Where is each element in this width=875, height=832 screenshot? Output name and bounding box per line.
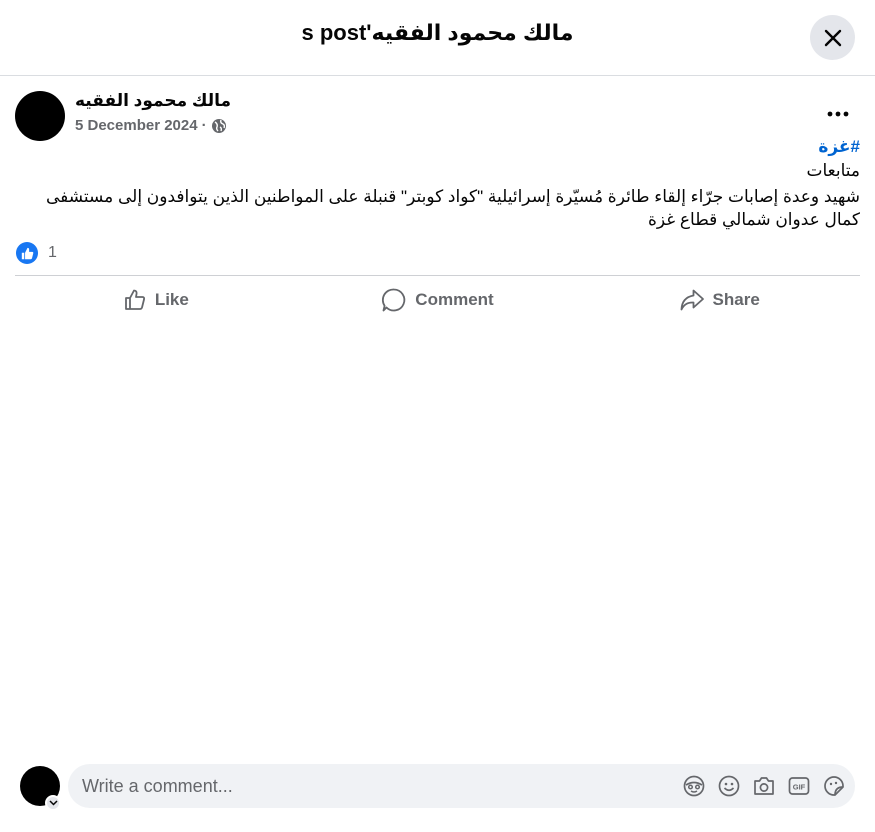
camera-icon[interactable]	[753, 774, 775, 798]
post-date[interactable]: 5 December 2024	[75, 117, 198, 134]
close-button[interactable]	[810, 15, 855, 60]
gif-icon[interactable]: GIF	[788, 774, 810, 798]
thumbs-up-icon	[124, 289, 145, 310]
globe-icon	[211, 118, 226, 133]
like-button[interactable]: Like	[15, 282, 297, 318]
comment-bubble-icon	[382, 288, 406, 312]
post-text-body: شهيد وعدة إصابات جرّاء إلقاء طائرة مُسيّ…	[45, 187, 860, 229]
author-name[interactable]: مالك محمود الفقيه	[75, 91, 231, 111]
avatar-sticker-icon[interactable]	[683, 774, 705, 798]
reactions-summary[interactable]: 1	[16, 242, 57, 264]
like-reaction-icon	[16, 242, 38, 264]
share-arrow-icon	[680, 289, 704, 311]
dialog-title: مالك محمود الفقيه's post	[301, 20, 574, 45]
meta-separator: ·	[201, 117, 207, 134]
comment-input[interactable]	[82, 764, 662, 808]
comment-label: Comment	[415, 290, 494, 309]
more-options-button[interactable]	[822, 100, 854, 128]
svg-text:GIF: GIF	[793, 783, 806, 792]
profile-switcher-button[interactable]	[45, 795, 61, 811]
more-options-icon	[827, 111, 849, 117]
author-avatar[interactable]	[15, 91, 65, 141]
close-icon	[824, 29, 841, 46]
sticker-icon[interactable]	[823, 774, 845, 798]
reaction-count: 1	[48, 244, 57, 261]
comment-button[interactable]: Comment	[297, 282, 579, 318]
share-button[interactable]: Share	[578, 282, 860, 318]
comment-composer: GIF	[68, 764, 855, 808]
like-label: Like	[154, 290, 189, 309]
share-label: Share	[712, 290, 760, 309]
post-actions: Like Comment Share	[15, 282, 860, 318]
post-meta: 5 December 2024 ·	[75, 117, 227, 134]
dialog-header: مالك محمود الفقيه's post	[0, 0, 875, 76]
chevron-down-icon	[48, 800, 58, 806]
post-text-heading: متابعات	[806, 161, 860, 180]
actions-divider	[15, 275, 860, 276]
emoji-icon[interactable]	[718, 774, 740, 798]
composer-tools: GIF	[683, 774, 845, 798]
post-hashtag[interactable]: #غزة	[15, 135, 860, 158]
